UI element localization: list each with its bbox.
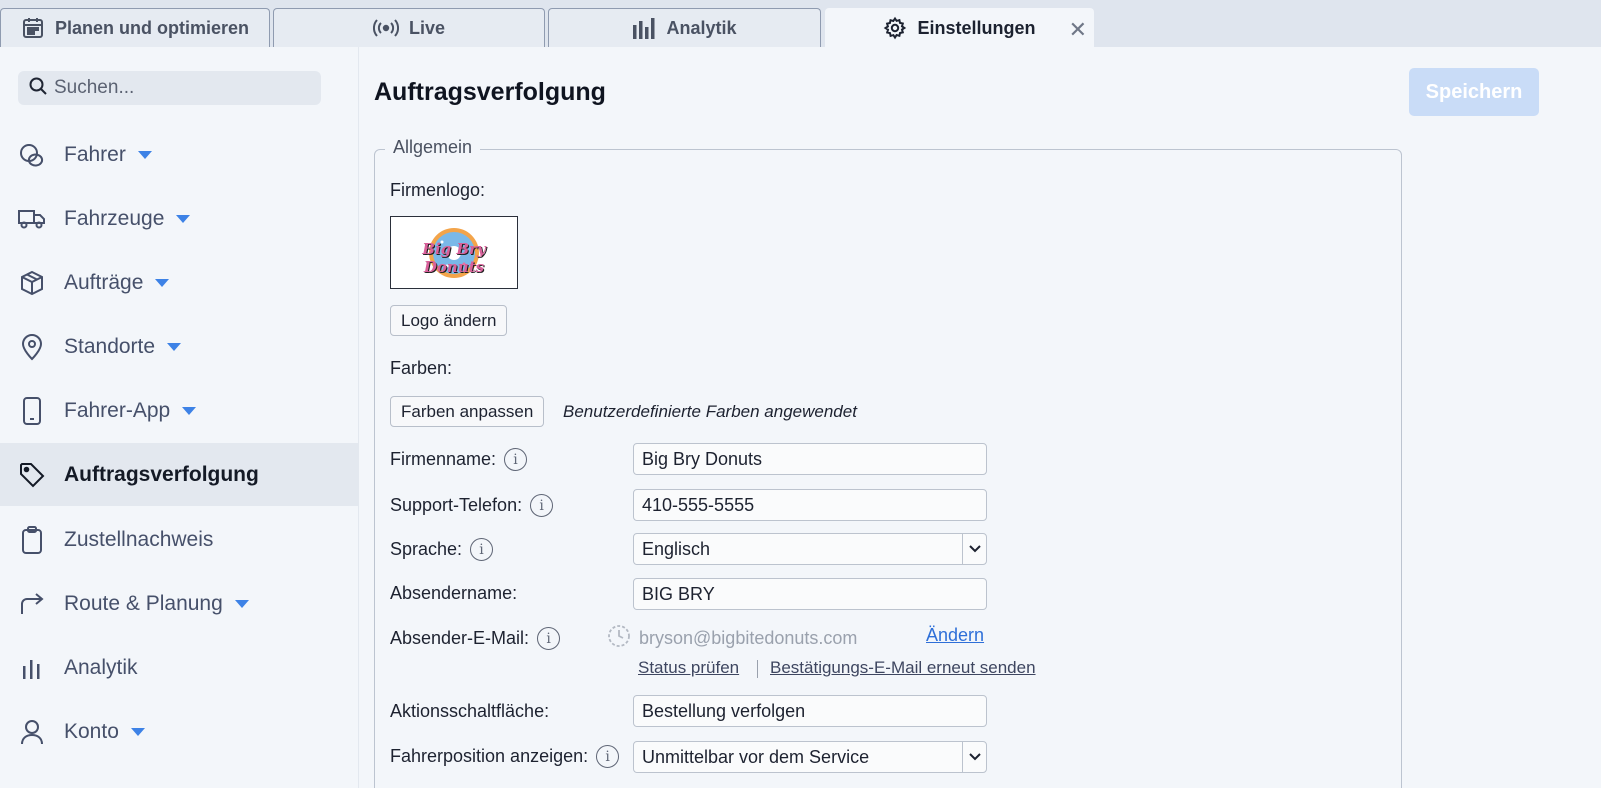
sidebar-item-konto[interactable]: Konto bbox=[0, 707, 359, 757]
tab-bar: Planen und optimieren Live Analytik Eins… bbox=[0, 0, 1601, 47]
label-text: Sprache: bbox=[390, 539, 463, 559]
sidebar-item-label: Fahrzeuge bbox=[64, 207, 165, 230]
sidebar-item-label: Fahrer-App bbox=[64, 399, 171, 422]
driver-position-label: Fahrerposition anzeigen: i bbox=[390, 745, 620, 768]
customize-colors-button[interactable]: Farben anpassen bbox=[390, 396, 545, 427]
sidebar-item-route-planung[interactable]: Route & Planung bbox=[0, 579, 359, 629]
bar-chart-icon bbox=[632, 17, 656, 39]
sidebar-item-label: Fahrer bbox=[64, 143, 126, 166]
sidebar-item-label: Route & Planung bbox=[64, 592, 223, 615]
label-text: Support-Telefon: bbox=[390, 495, 523, 515]
phone-icon bbox=[18, 397, 46, 425]
company-logo: Big Bry Donuts bbox=[390, 216, 518, 289]
logo-label: Firmenlogo: bbox=[390, 180, 486, 200]
sidebar-item-label: Aufträge bbox=[64, 271, 144, 294]
info-icon[interactable]: i bbox=[470, 538, 494, 561]
chevron-down-icon[interactable] bbox=[234, 600, 249, 608]
info-icon[interactable]: i bbox=[530, 494, 554, 517]
sidebar-item-analytik[interactable]: Analytik bbox=[0, 643, 359, 693]
driver-icon bbox=[18, 141, 46, 169]
sidebar-item-label: Analytik bbox=[64, 656, 138, 679]
info-icon[interactable]: i bbox=[537, 627, 561, 650]
chevron-down-icon[interactable] bbox=[962, 742, 986, 772]
sidebar-item-label: Auftragsverfolgung bbox=[64, 462, 259, 486]
bar-chart-icon bbox=[18, 654, 46, 682]
divider bbox=[757, 660, 758, 678]
sender-name-input[interactable]: BIG BRY bbox=[633, 578, 987, 610]
language-select[interactable]: Englisch bbox=[633, 533, 987, 565]
company-name-label: Firmenname: i bbox=[390, 448, 528, 471]
chevron-down-icon[interactable] bbox=[962, 534, 986, 564]
sender-email-value: bryson@bigbitedonuts.com bbox=[639, 628, 858, 648]
route-arrow-icon bbox=[18, 590, 46, 618]
driver-position-select[interactable]: Unmittelbar vor dem Service bbox=[633, 741, 987, 773]
label-text: Absender-E-Mail: bbox=[390, 628, 530, 648]
search-icon bbox=[28, 76, 48, 101]
gear-icon bbox=[883, 16, 907, 40]
chevron-down-icon[interactable] bbox=[182, 407, 197, 415]
sidebar-item-fahrzeuge[interactable]: Fahrzeuge bbox=[0, 194, 359, 244]
select-value: Englisch bbox=[642, 538, 711, 559]
info-icon[interactable]: i bbox=[596, 745, 620, 768]
support-phone-input[interactable]: 410-555-5555 bbox=[633, 489, 987, 521]
sidebar: Fahrer Fahrzeuge Aufträge Standorte Fahr… bbox=[0, 47, 359, 788]
label-text: Firmenname: bbox=[390, 449, 497, 469]
truck-icon bbox=[18, 205, 46, 233]
page-title: Auftragsverfolgung bbox=[374, 78, 606, 106]
tab-label: Planen und optimieren bbox=[54, 17, 250, 38]
location-pin-icon bbox=[18, 333, 46, 361]
chevron-down-icon[interactable] bbox=[167, 343, 182, 351]
language-label: Sprache: i bbox=[390, 538, 494, 561]
search-input[interactable] bbox=[54, 77, 314, 99]
change-email-link[interactable]: Ändern bbox=[926, 625, 984, 646]
colors-label: Farben: bbox=[390, 358, 453, 378]
close-tab-icon[interactable]: ✕ bbox=[1069, 17, 1087, 43]
chevron-down-icon[interactable] bbox=[137, 151, 152, 159]
logo-text: Big Bry Donuts bbox=[422, 240, 486, 276]
select-value: Unmittelbar vor dem Service bbox=[642, 746, 870, 767]
check-status-link[interactable]: Status prüfen bbox=[638, 658, 739, 678]
change-logo-button[interactable]: Logo ändern bbox=[390, 305, 508, 336]
user-icon bbox=[18, 718, 46, 746]
sidebar-item-auftragsverfolgung[interactable]: Auftragsverfolgung bbox=[0, 443, 359, 506]
tab-einstellungen[interactable]: Einstellungen ✕ bbox=[825, 8, 1094, 47]
section-legend: Allgemein bbox=[385, 137, 481, 158]
tab-planen[interactable]: Planen und optimieren bbox=[0, 8, 270, 47]
tab-label: Live bbox=[408, 17, 446, 38]
tab-label: Analytik bbox=[666, 17, 737, 38]
chevron-down-icon[interactable] bbox=[130, 728, 145, 736]
resend-confirmation-link[interactable]: Bestätigungs-E-Mail erneut senden bbox=[770, 658, 1036, 678]
sidebar-item-standorte[interactable]: Standorte bbox=[0, 322, 359, 372]
package-icon bbox=[18, 269, 46, 297]
action-button-label: Aktionsschaltfläche: bbox=[390, 701, 550, 721]
sidebar-item-zustellnachweis[interactable]: Zustellnachweis bbox=[0, 515, 359, 565]
save-button[interactable]: Speichern bbox=[1409, 68, 1539, 116]
calendar-icon bbox=[21, 16, 45, 40]
sidebar-item-label: Standorte bbox=[64, 335, 156, 358]
search-box[interactable] bbox=[18, 71, 321, 105]
sidebar-item-label: Konto bbox=[64, 720, 119, 743]
tab-live[interactable]: Live bbox=[273, 8, 545, 47]
tab-label: Einstellungen bbox=[917, 17, 1036, 38]
colors-note: Benutzerdefinierte Farben angewendet bbox=[563, 402, 857, 421]
sender-name-label: Absendername: bbox=[390, 583, 518, 603]
pending-clock-icon bbox=[607, 624, 631, 653]
chevron-down-icon[interactable] bbox=[155, 279, 170, 287]
info-icon[interactable]: i bbox=[504, 448, 528, 471]
sidebar-item-label: Zustellnachweis bbox=[64, 528, 214, 551]
chevron-down-icon[interactable] bbox=[176, 215, 191, 223]
support-phone-label: Support-Telefon: i bbox=[390, 494, 554, 517]
sidebar-item-fahrer-app[interactable]: Fahrer-App bbox=[0, 386, 359, 436]
clipboard-icon bbox=[18, 526, 46, 554]
sidebar-item-auftraege[interactable]: Aufträge bbox=[0, 258, 359, 308]
company-name-input[interactable]: Big Bry Donuts bbox=[633, 443, 987, 475]
broadcast-icon bbox=[372, 18, 399, 38]
sender-email-label: Absender-E-Mail: i bbox=[390, 627, 561, 650]
label-text: Fahrerposition anzeigen: bbox=[390, 746, 589, 766]
sidebar-item-fahrer[interactable]: Fahrer bbox=[0, 130, 359, 180]
tag-icon bbox=[18, 461, 46, 489]
sender-email-display: bryson@bigbitedonuts.com bbox=[607, 624, 857, 653]
tab-analytik[interactable]: Analytik bbox=[548, 8, 821, 47]
action-button-input[interactable]: Bestellung verfolgen bbox=[633, 695, 987, 727]
